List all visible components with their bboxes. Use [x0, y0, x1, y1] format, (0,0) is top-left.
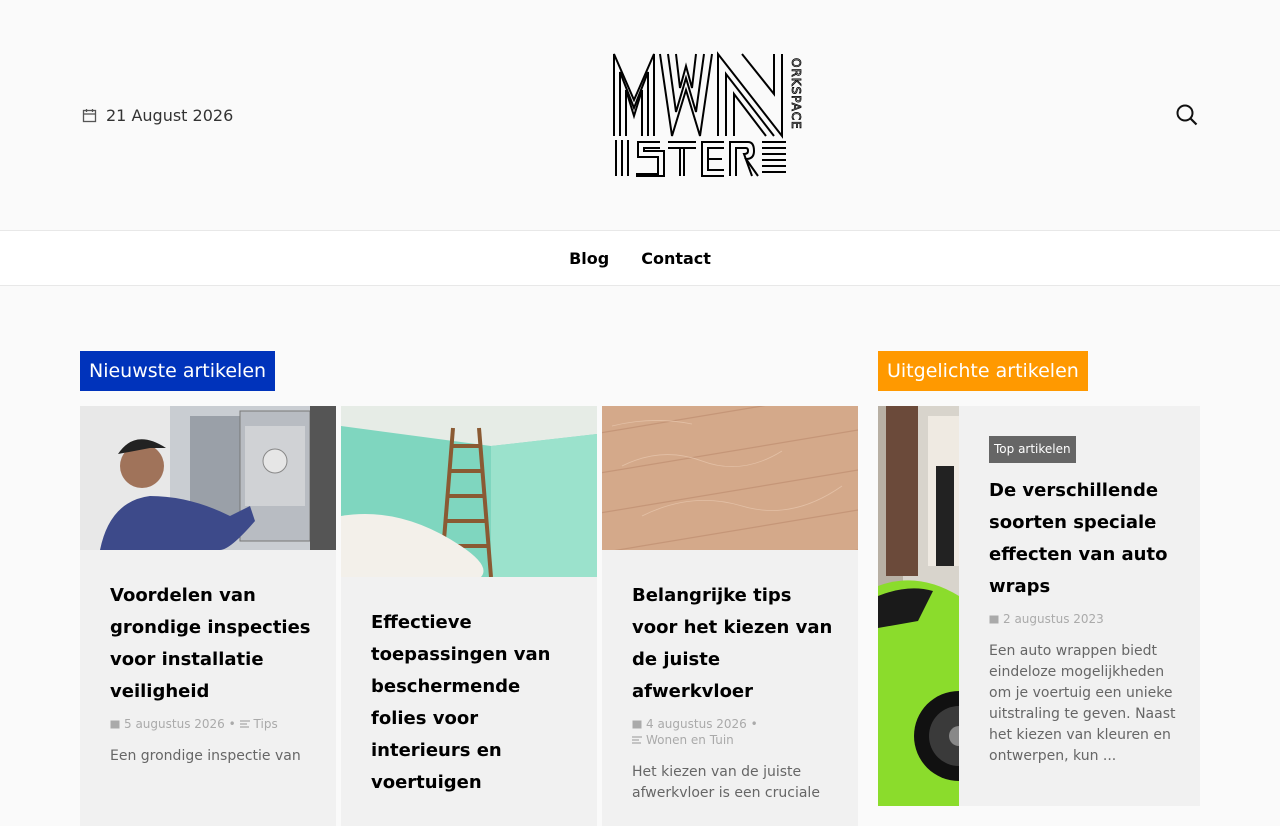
article-category[interactable]: Tips — [254, 716, 278, 732]
featured-articles-heading: Uitgelichte artikelen — [878, 351, 1088, 391]
article-image-ladder[interactable] — [341, 406, 597, 577]
calendar-icon — [632, 720, 642, 729]
category-badge[interactable]: Top artikelen — [989, 436, 1076, 463]
calendar-icon — [989, 615, 999, 624]
category-icon — [239, 720, 250, 728]
featured-title[interactable]: De verschillende soorten speciale effect… — [989, 475, 1178, 603]
latest-articles-heading: Nieuwste artikelen — [80, 351, 276, 391]
nav-item-blog[interactable]: Blog — [569, 249, 609, 268]
main-nav: Blog Contact — [0, 230, 1280, 286]
article-date: 5 augustus 2026 — [124, 717, 225, 731]
featured-excerpt: Een auto wrappen biedt eindeloze mogelij… — [989, 643, 1176, 764]
calendar-icon — [110, 720, 120, 729]
article-title[interactable]: Belangrijke tips voor het kiezen van de … — [632, 580, 836, 708]
article-card[interactable]: Belangrijke tips voor het kiezen van de … — [602, 406, 858, 826]
article-title[interactable]: Effectieve toepassingen van beschermende… — [371, 607, 575, 799]
article-date: 4 augustus 2026 — [646, 717, 747, 731]
featured-article[interactable]: Top artikelen De verschillende soorten s… — [878, 406, 1200, 806]
article-image-floor[interactable] — [602, 406, 858, 550]
article-image-electrician[interactable] — [80, 406, 336, 550]
article-excerpt: Een grondige inspectie van — [110, 748, 301, 764]
header-date: 21 August 2026 — [82, 106, 233, 125]
featured-date: 2 augustus 2023 — [1003, 612, 1104, 626]
site-logo[interactable]: ORKSPACE — [612, 50, 804, 180]
article-category[interactable]: Wonen en Tuin — [646, 732, 734, 748]
calendar-icon — [82, 109, 97, 123]
nav-item-contact[interactable]: Contact — [641, 249, 711, 268]
date-text: 21 August 2026 — [106, 106, 234, 125]
featured-meta: 2 augustus 2023 — [989, 611, 1178, 627]
featured-image-car[interactable] — [878, 406, 959, 806]
svg-text:ORKSPACE: ORKSPACE — [789, 58, 803, 130]
article-meta: 5 augustus 2026 • Tips — [110, 716, 314, 732]
article-meta: 4 augustus 2026 • Wonen en Tuin — [632, 716, 836, 748]
article-title[interactable]: Voordelen van grondige inspecties voor i… — [110, 580, 314, 708]
article-excerpt: Het kiezen van de juiste afwerkvloer is … — [632, 764, 820, 801]
site-header: 21 August 2026 ORKSPACE — [0, 0, 1280, 230]
article-card[interactable]: Voordelen van grondige inspecties voor i… — [80, 406, 336, 826]
category-icon — [632, 736, 642, 744]
search-icon[interactable] — [1175, 103, 1199, 127]
article-card[interactable]: Effectieve toepassingen van beschermende… — [341, 406, 597, 826]
